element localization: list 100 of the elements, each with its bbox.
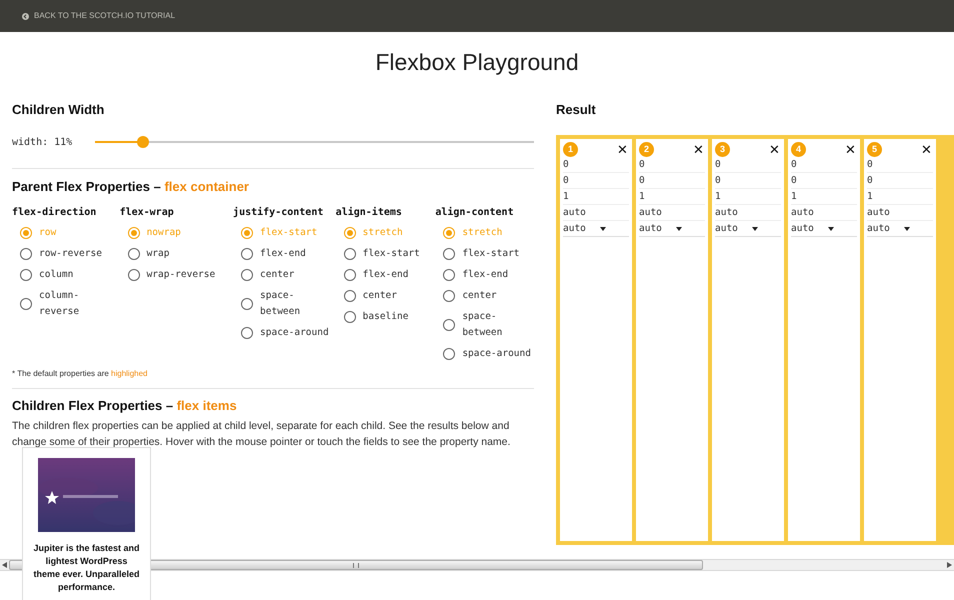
option-label[interactable]: flex-end xyxy=(462,266,508,282)
select-field[interactable]: auto xyxy=(639,221,705,237)
input-field[interactable]: auto xyxy=(639,205,705,221)
radio-button[interactable] xyxy=(443,226,456,238)
close-button[interactable]: ✕ xyxy=(693,143,705,156)
back-link[interactable]: BACK TO THE SCOTCH.IO TUTORIAL xyxy=(22,10,176,22)
input-field[interactable]: 0 xyxy=(867,157,933,173)
radio-button[interactable] xyxy=(443,268,456,280)
radio-button[interactable] xyxy=(241,268,254,280)
radio-button[interactable] xyxy=(443,290,456,302)
item-number: 3 xyxy=(715,142,730,157)
radio-button[interactable] xyxy=(344,248,356,260)
radio-button[interactable] xyxy=(344,226,356,238)
select-field[interactable]: auto xyxy=(563,221,629,237)
option-label[interactable]: center xyxy=(260,266,294,282)
input-field[interactable]: 0 xyxy=(867,173,933,189)
input-field[interactable]: auto xyxy=(715,205,781,221)
option-label[interactable]: wrap xyxy=(146,246,170,262)
group-label: align-items xyxy=(336,206,402,218)
slider-track[interactable] xyxy=(95,136,534,148)
group-label: flex-wrap xyxy=(120,206,174,218)
note-text: * The default properties are highlighed xyxy=(12,368,148,380)
section-heading: Result xyxy=(556,100,596,118)
option-label[interactable]: flex-start xyxy=(362,246,420,262)
input-field[interactable]: 0 xyxy=(639,157,705,173)
option-label[interactable]: space-around xyxy=(260,324,329,340)
radio-button[interactable] xyxy=(344,290,356,302)
dropdown-caret-icon xyxy=(600,226,606,230)
group-label: align-content xyxy=(435,206,514,218)
input-field[interactable]: 1 xyxy=(563,189,629,205)
group-label: flex-direction xyxy=(12,206,96,218)
close-button[interactable]: ✕ xyxy=(769,143,781,156)
page-title: Flexbox Playground xyxy=(375,48,579,77)
input-field[interactable]: 0 xyxy=(639,173,705,189)
input-field[interactable]: 0 xyxy=(563,157,629,173)
select-field[interactable]: auto xyxy=(867,221,933,237)
option-label[interactable]: column-reverse xyxy=(39,288,111,320)
input-field[interactable]: 1 xyxy=(639,189,705,205)
radio-button[interactable] xyxy=(20,298,32,310)
description-text: The children flex properties can be applied at child level, separate for each child. See the results below and change some of their properties. Hover with the mouse pointer or touch the fields to see the property name. xyxy=(12,419,512,450)
input-field[interactable]: 0 xyxy=(791,157,857,173)
dropdown-caret-icon xyxy=(676,226,682,230)
radio-button[interactable] xyxy=(443,348,456,360)
radio-button[interactable] xyxy=(128,248,140,260)
section-heading: Parent Flex Properties – flex container xyxy=(12,178,249,196)
grip-icon xyxy=(353,562,359,568)
option-label[interactable]: row-reverse xyxy=(39,246,102,262)
option-label[interactable]: space-between xyxy=(260,288,332,320)
close-button[interactable]: ✕ xyxy=(921,143,933,156)
input-field[interactable]: auto xyxy=(791,205,857,221)
select-field[interactable]: auto xyxy=(715,221,781,237)
select-field[interactable]: auto xyxy=(791,221,857,237)
scroll-left-icon[interactable] xyxy=(2,562,7,568)
input-field[interactable]: 0 xyxy=(715,157,781,173)
radio-button[interactable] xyxy=(443,248,456,260)
radio-button[interactable] xyxy=(20,268,32,280)
slider-thumb[interactable] xyxy=(137,136,150,148)
ad-text: Jupiter is the fastest and lightest WordPress theme ever. Unparalleled performance. xyxy=(32,542,141,594)
width-label: width: 11% xyxy=(12,136,74,150)
close-button[interactable]: ✕ xyxy=(617,143,629,156)
arrow-circle-icon xyxy=(22,12,29,20)
input-field[interactable]: auto xyxy=(563,205,629,221)
option-label[interactable]: flex-end xyxy=(362,266,408,282)
close-button[interactable]: ✕ xyxy=(845,143,857,156)
section-heading: Children Flex Properties – flex items xyxy=(12,396,237,415)
input-field[interactable]: auto xyxy=(867,205,933,221)
input-field[interactable]: 0 xyxy=(563,173,629,189)
radio-button[interactable] xyxy=(344,268,356,280)
radio-button[interactable] xyxy=(241,298,254,310)
input-field[interactable]: 1 xyxy=(867,189,933,205)
radio-button[interactable] xyxy=(241,326,254,338)
section-heading: Children Width xyxy=(12,100,104,118)
option-label[interactable]: space-around xyxy=(462,346,531,362)
radio-button[interactable] xyxy=(443,318,456,330)
input-field[interactable]: 0 xyxy=(791,173,857,189)
radio-button[interactable] xyxy=(20,226,32,238)
dropdown-caret-icon xyxy=(904,226,910,230)
input-field[interactable]: 0 xyxy=(715,173,781,189)
option-label[interactable]: center xyxy=(362,288,397,304)
option-label[interactable]: column xyxy=(39,266,74,282)
group-label: justify-content xyxy=(233,206,324,218)
option-label[interactable]: wrap-reverse xyxy=(146,266,216,282)
option-label[interactable]: flex-start xyxy=(462,246,520,262)
item-number: 5 xyxy=(867,142,882,157)
radio-button[interactable] xyxy=(128,226,140,238)
item-number: 4 xyxy=(791,142,806,157)
radio-button[interactable] xyxy=(20,248,32,260)
radio-button[interactable] xyxy=(241,226,254,238)
dropdown-caret-icon xyxy=(752,226,758,230)
input-field[interactable]: 1 xyxy=(791,189,857,205)
radio-button[interactable] xyxy=(344,310,356,322)
option-label[interactable]: center xyxy=(462,288,497,304)
option-label[interactable]: space-between xyxy=(462,308,534,340)
radio-button[interactable] xyxy=(241,248,254,260)
dropdown-caret-icon xyxy=(828,226,834,230)
option-label[interactable]: baseline xyxy=(362,308,408,324)
scroll-right-icon[interactable] xyxy=(947,562,952,568)
input-field[interactable]: 1 xyxy=(715,189,781,205)
option-label[interactable]: flex-end xyxy=(260,246,306,262)
radio-button[interactable] xyxy=(128,268,140,280)
